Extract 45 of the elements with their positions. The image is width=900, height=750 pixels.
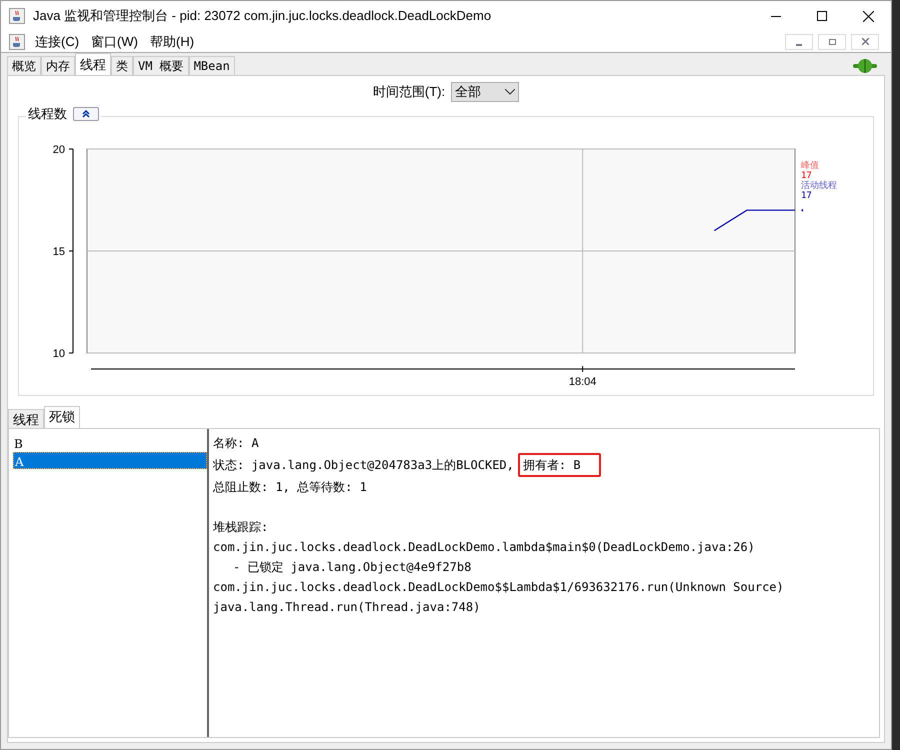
thread-list-item[interactable]: A bbox=[13, 452, 207, 468]
tab[interactable]: 类 bbox=[111, 56, 133, 75]
thread-list-item[interactable]: B bbox=[13, 434, 207, 452]
thread-status: 状态: java.lang.Object@204783a3上的BLOCKED, bbox=[213, 456, 514, 474]
tab[interactable]: 死锁 bbox=[44, 406, 80, 428]
connection-icon bbox=[853, 59, 877, 73]
marker-icon bbox=[801, 206, 803, 213]
window-title: Java 监视和管理控制台 - pid: 23072 com.jin.juc.locks.deadlock.DeadLockDemo bbox=[33, 7, 492, 26]
panel-title: 线程数 bbox=[28, 105, 67, 123]
time-range-dropdown[interactable]: 全部 bbox=[451, 82, 520, 102]
owner-label: 拥有者: B bbox=[518, 452, 601, 476]
lock-counts: 总阻止数: 1, 总等待数: 1 bbox=[213, 478, 368, 496]
stack-frame: java.lang.Thread.run(Thread.java:748) bbox=[213, 596, 480, 616]
legend-label: 峰值 bbox=[801, 160, 820, 170]
legend-value: 17 bbox=[801, 190, 813, 200]
axis-label: 10 bbox=[52, 348, 65, 360]
stack-frame: com.jin.juc.locks.deadlock.DeadLockDemo$$Lambda$1/693632176.run(Unknown Source) bbox=[213, 576, 784, 596]
thread-name: 名称: A bbox=[213, 434, 260, 452]
tab[interactable]: 内存 bbox=[41, 56, 75, 75]
locked-object: - 已锁定 java.lang.Object@4e9f27b8 bbox=[232, 558, 472, 576]
java-icon bbox=[9, 34, 25, 50]
stack-trace-title: 堆栈跟踪: bbox=[213, 518, 270, 536]
restore-button[interactable] bbox=[818, 34, 846, 50]
legend-value: 17 bbox=[801, 170, 813, 180]
close-icon bbox=[862, 38, 868, 45]
tab[interactable]: 概览 bbox=[7, 56, 41, 75]
tab[interactable]: 线程 bbox=[75, 53, 111, 75]
axis-label: 15 bbox=[52, 246, 65, 258]
minimize-button[interactable] bbox=[785, 34, 813, 50]
axis-label: 20 bbox=[52, 144, 65, 156]
axis-label: 18:04 bbox=[568, 376, 596, 388]
double-chevron-up-icon bbox=[82, 110, 90, 118]
menu-item[interactable]: 连接(C) bbox=[33, 32, 82, 52]
time-range-label: 时间范围(T): bbox=[372, 83, 446, 102]
menu-item[interactable]: 窗口(W) bbox=[89, 32, 140, 52]
stack-frame: com.jin.juc.locks.deadlock.DeadLockDemo.lambda$main$0(DeadLockDemo.java:26) bbox=[213, 536, 755, 556]
java-icon bbox=[9, 8, 25, 24]
collapse-button[interactable] bbox=[73, 106, 99, 121]
tab[interactable]: MBean bbox=[188, 56, 235, 75]
tab[interactable]: 线程 bbox=[8, 408, 44, 428]
tab[interactable]: VM 概要 bbox=[133, 56, 189, 75]
chevron-down-icon bbox=[505, 89, 516, 95]
close-icon bbox=[862, 10, 874, 22]
menu-item[interactable]: 帮助(H) bbox=[148, 32, 196, 52]
legend-label: 活动线程 bbox=[801, 180, 837, 190]
